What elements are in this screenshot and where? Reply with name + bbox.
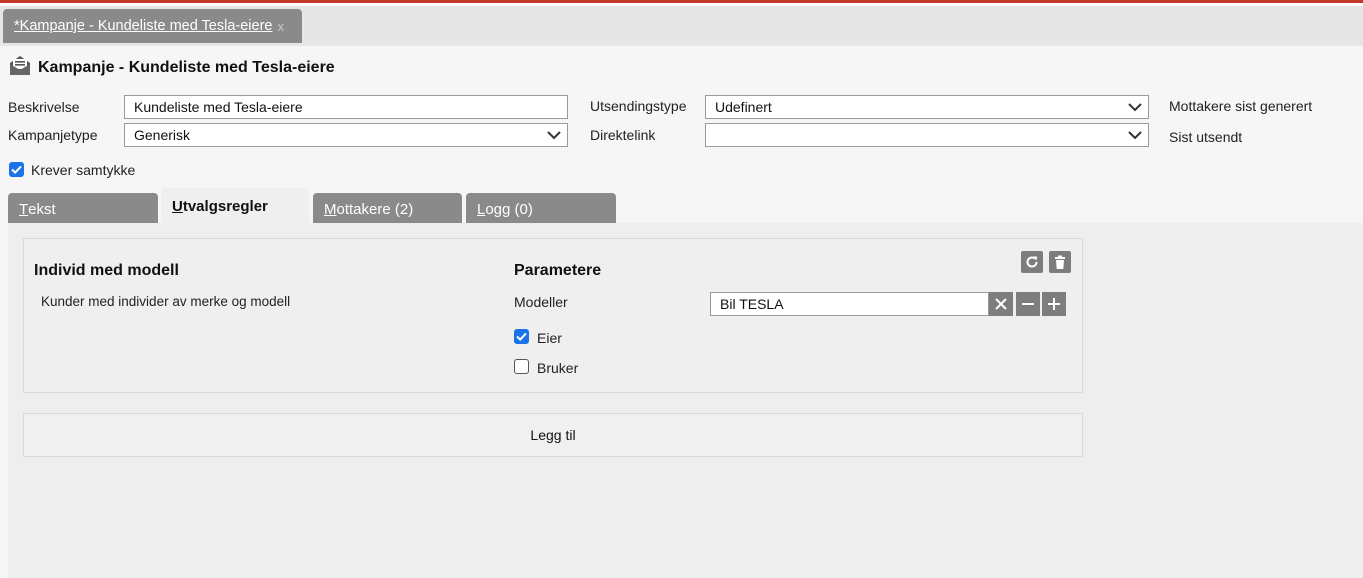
tab-tekst-mnemonic: T bbox=[19, 201, 29, 218]
add-rule-button[interactable]: Legg til bbox=[23, 413, 1083, 457]
beskrivelse-label: Beskrivelse bbox=[8, 99, 80, 115]
kampanjetype-value: Generisk bbox=[134, 127, 191, 143]
delete-rule-button[interactable] bbox=[1049, 251, 1071, 273]
kampanjetype-select[interactable]: Generisk bbox=[124, 123, 568, 147]
tab-tekst[interactable]: Tekst bbox=[8, 193, 158, 223]
modeller-input[interactable]: Bil TESLA bbox=[710, 292, 989, 316]
krever-samtykke-label: Krever samtykke bbox=[31, 162, 136, 178]
top-accent-line bbox=[0, 0, 1363, 3]
campaign-envelope-icon bbox=[8, 54, 32, 81]
krever-samtykke-checkbox[interactable] bbox=[9, 162, 24, 177]
tab-utvalgsregler-mnemonic: U bbox=[172, 198, 183, 215]
eier-label: Eier bbox=[537, 330, 562, 346]
kampanjetype-label: Kampanjetype bbox=[8, 127, 98, 143]
direktelink-label: Direktelink bbox=[590, 127, 656, 143]
parameters-title: Parametere bbox=[514, 262, 602, 279]
tab-tekst-label: ekst bbox=[28, 201, 56, 218]
utsendingstype-select[interactable]: Udefinert bbox=[705, 95, 1149, 119]
document-tab[interactable]: *Kampanje - Kundeliste med Tesla-eiere x bbox=[3, 9, 302, 43]
bruker-label: Bruker bbox=[537, 360, 579, 376]
page-title: Kampanje - Kundeliste med Tesla-eiere bbox=[38, 58, 335, 76]
sist-utsendt-label: Sist utsendt bbox=[1169, 129, 1243, 145]
tab-mottakere-label: ottakere (2) bbox=[336, 201, 414, 218]
tab-mottakere-mnemonic: M bbox=[324, 201, 337, 218]
modeller-label: Modeller bbox=[514, 294, 568, 310]
checkmark-icon bbox=[11, 165, 22, 175]
document-tab-strip: *Kampanje - Kundeliste med Tesla-eiere x bbox=[0, 6, 1363, 46]
tab-logg-label: ogg (0) bbox=[485, 201, 533, 218]
close-tab-icon[interactable]: x bbox=[277, 19, 284, 34]
refresh-icon bbox=[1026, 256, 1038, 268]
tab-logg-mnemonic: L bbox=[477, 201, 486, 218]
minus-icon bbox=[1022, 303, 1034, 305]
tab-utvalgsregler[interactable]: Utvalgsregler bbox=[161, 188, 309, 223]
remove-modeller-button[interactable] bbox=[1016, 292, 1040, 316]
beskrivelse-value: Kundeliste med Tesla-eiere bbox=[134, 99, 303, 115]
tab-utvalgsregler-label: tvalgsregler bbox=[182, 198, 268, 215]
tab-logg[interactable]: Logg (0) bbox=[466, 193, 616, 223]
rule-description: Kunder med individer av merke og modell bbox=[41, 294, 291, 309]
eier-checkbox[interactable] bbox=[514, 329, 529, 344]
utsendingstype-value: Udefinert bbox=[715, 99, 772, 115]
close-icon bbox=[995, 298, 1007, 310]
chevron-down-icon bbox=[1128, 103, 1142, 112]
utsendingstype-label: Utsendingstype bbox=[590, 98, 687, 114]
direktelink-select[interactable] bbox=[705, 123, 1149, 147]
refresh-button[interactable] bbox=[1021, 251, 1043, 273]
plus-icon bbox=[1048, 298, 1060, 310]
add-rule-label: Legg til bbox=[530, 427, 576, 443]
beskrivelse-input[interactable]: Kundeliste med Tesla-eiere bbox=[124, 95, 568, 119]
mottakere-sist-generert-label: Mottakere sist generert bbox=[1169, 98, 1313, 114]
trash-icon bbox=[1055, 255, 1065, 269]
tab-mottakere[interactable]: Mottakere (2) bbox=[313, 193, 462, 223]
add-modeller-button[interactable] bbox=[1042, 292, 1066, 316]
checkmark-icon bbox=[516, 332, 527, 342]
bruker-checkbox[interactable] bbox=[514, 359, 529, 374]
clear-modeller-button[interactable] bbox=[989, 292, 1013, 316]
document-tab-title[interactable]: *Kampanje - Kundeliste med Tesla-eiere bbox=[14, 18, 272, 34]
chevron-down-icon bbox=[1128, 131, 1142, 140]
modeller-value: Bil TESLA bbox=[720, 296, 784, 312]
rule-title: Individ med modell bbox=[34, 262, 179, 279]
page-header: Kampanje - Kundeliste med Tesla-eiere bbox=[8, 54, 335, 81]
chevron-down-icon bbox=[547, 131, 561, 140]
